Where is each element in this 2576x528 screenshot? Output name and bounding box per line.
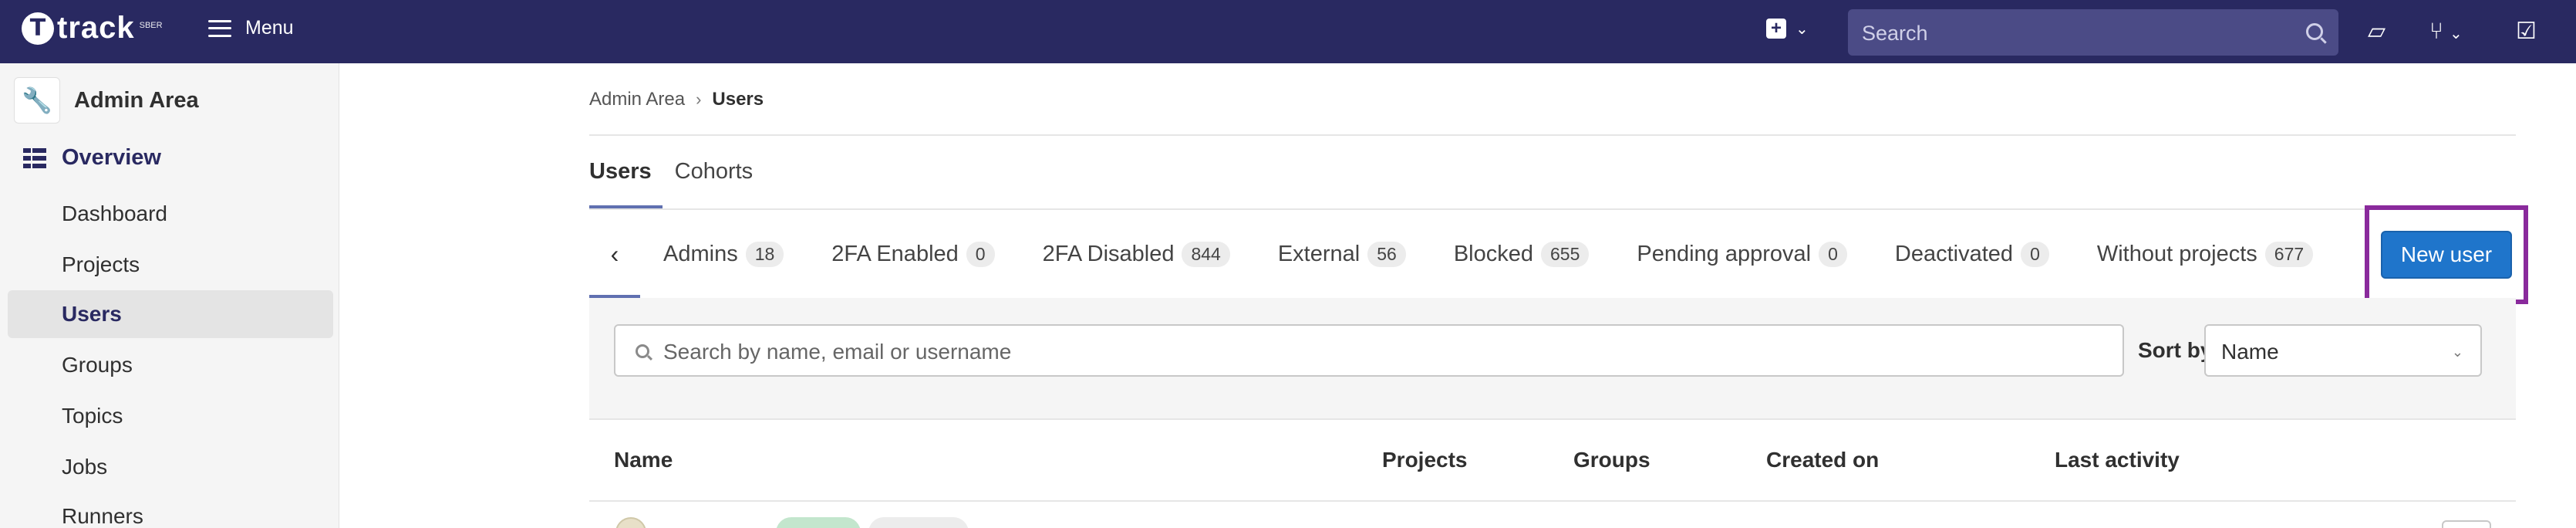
count-badge: 677 [2264, 241, 2314, 267]
logo-icon: T [22, 12, 54, 45]
sidebar-item-dashboard[interactable]: Dashboard [8, 190, 333, 238]
count-badge: 0 [1819, 241, 1847, 267]
search-icon [636, 344, 649, 358]
filter-tab-label: Deactivated [1894, 241, 2014, 266]
user-search-input[interactable]: Search by name, email or username [614, 324, 2124, 377]
wrench-icon: 🔧 [14, 77, 60, 124]
search-placeholder: Search [1862, 22, 1928, 45]
new-user-button[interactable]: New user [2381, 231, 2512, 279]
sidebar-item-topics[interactable]: Topics [8, 392, 333, 440]
filter-tab-label: Admins [663, 241, 738, 266]
count-badge: 18 [745, 241, 784, 267]
sidebar-item-projects[interactable]: Projects [8, 241, 333, 289]
sort-label: Sort by [2138, 338, 2213, 362]
sidebar-item-jobs[interactable]: Jobs [8, 443, 333, 491]
highlight-box: New user [2365, 205, 2528, 304]
merge-requests-icon[interactable]: ⑂ ⌄ [2429, 19, 2463, 47]
tab-users[interactable]: Users [589, 136, 663, 208]
search-icon [2306, 23, 2323, 40]
column-header-name: Name [614, 448, 673, 472]
filter-tab-pending-approval[interactable]: Pending approval 0 [1637, 241, 1847, 267]
chevron-left-icon: ‹ [610, 239, 619, 268]
search-placeholder: Search by name, email or username [663, 340, 1012, 364]
sidebar: 🔧 Admin Area Overview Dashboard Projects… [0, 63, 339, 528]
plus-square-icon: + [1766, 19, 1786, 39]
filter-tab-admins[interactable]: Admins 18 [663, 241, 784, 267]
filter-tab-label: External [1277, 241, 1360, 266]
global-search-input[interactable]: Search [1848, 9, 2338, 56]
top-navbar: T track SBER Menu + ⌄ Search ▱ ⑂ ⌄ ☑ [0, 0, 2576, 63]
sort-select[interactable]: Name ⌄ [2204, 324, 2482, 377]
hamburger-icon [208, 19, 231, 37]
filter-tab-without-projects[interactable]: Without projects 677 [2096, 241, 2314, 267]
scroll-left-button[interactable]: ‹ [589, 210, 640, 298]
its-you-badge [868, 517, 969, 528]
logo[interactable]: T track SBER [22, 11, 163, 46]
breadcrumb-parent[interactable]: Admin Area [589, 89, 685, 110]
admin-badge [776, 517, 861, 528]
tab-cohorts[interactable]: Cohorts [675, 136, 754, 208]
table-header: Name Projects Groups Created on Last act… [589, 420, 2516, 502]
breadcrumb: Admin Area › Users [589, 89, 764, 110]
sidebar-item-runners[interactable]: Runners [8, 492, 333, 528]
issues-icon[interactable]: ▱ [2368, 19, 2385, 45]
sidebar-header-label: Admin Area [74, 87, 199, 113]
filter-tab-label: Blocked [1453, 241, 1533, 266]
count-badge: 0 [966, 241, 995, 267]
column-header-created-on: Created on [1766, 448, 1880, 472]
menu-label: Menu [245, 17, 294, 39]
overview-icon [23, 147, 46, 168]
filter-tab-label: Without projects [2096, 241, 2257, 266]
create-new-dropdown[interactable]: + ⌄ [1766, 19, 1809, 39]
breadcrumb-current: Users [712, 89, 764, 110]
column-header-last-activity: Last activity [2055, 448, 2180, 472]
filter-tab-2fa-enabled[interactable]: 2FA Enabled 0 [831, 241, 995, 267]
column-header-groups: Groups [1573, 448, 1650, 472]
sidebar-item-groups[interactable]: Groups [8, 341, 333, 389]
sidebar-header[interactable]: 🔧 Admin Area [14, 77, 199, 124]
count-badge: 655 [1541, 241, 1590, 267]
count-badge: 844 [1182, 241, 1230, 267]
column-header-projects: Projects [1382, 448, 1468, 472]
filter-tab-blocked[interactable]: Blocked 655 [1453, 241, 1590, 267]
sidebar-section-overview[interactable]: Overview [23, 145, 161, 171]
sort-value: Name [2221, 340, 2279, 364]
filter-tab-label: Pending approval [1637, 241, 1812, 266]
sidebar-item-users[interactable]: Users [8, 290, 333, 338]
filter-tabs: ‹ Admins 18 2FA Enabled 0 2FA Disabled 8… [589, 210, 2363, 298]
top-tabs: Users Cohorts [589, 136, 776, 208]
count-badge: 0 [2021, 241, 2049, 267]
filter-tab-label: 2FA Enabled [831, 241, 959, 266]
logo-sub: SBER [139, 20, 163, 30]
filter-tab-deactivated[interactable]: Deactivated 0 [1894, 241, 2049, 267]
chevron-down-icon: ⌄ [2451, 344, 2463, 360]
sidebar-section-label: Overview [62, 145, 161, 170]
chevron-right-icon: › [696, 90, 702, 109]
menu-button[interactable]: Menu [208, 17, 294, 39]
filter-bar: Search by name, email or username Sort b… [589, 298, 2516, 420]
divider [589, 134, 2516, 136]
avatar [615, 517, 646, 528]
row-actions-button[interactable] [2442, 520, 2491, 528]
filter-tab-external[interactable]: External 56 [1277, 241, 1406, 267]
todos-icon[interactable]: ☑ [2516, 19, 2537, 45]
filter-tab-label: 2FA Disabled [1042, 241, 1175, 266]
table-row[interactable] [589, 503, 2516, 528]
count-badge: 56 [1367, 241, 1406, 267]
filter-tab-2fa-disabled[interactable]: 2FA Disabled 844 [1042, 241, 1230, 267]
logo-text: track [57, 11, 135, 45]
chevron-down-icon: ⌄ [1795, 20, 1809, 38]
